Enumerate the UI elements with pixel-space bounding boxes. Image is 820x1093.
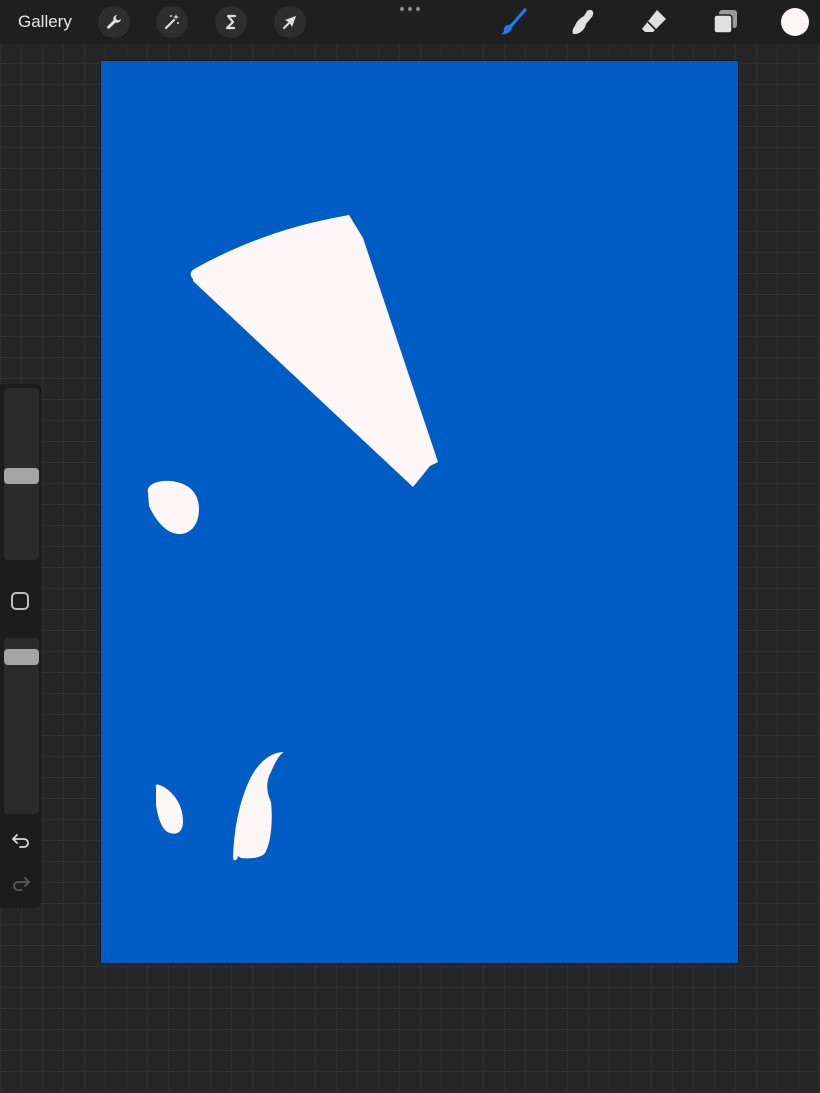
top-toolbar: Gallery [0,0,820,44]
redo-button[interactable] [8,870,34,896]
adjustments-button[interactable] [156,6,188,38]
undo-button[interactable] [8,827,34,853]
smudge-button[interactable] [564,4,600,40]
brush-button[interactable] [495,4,531,40]
ellipsis-icon [400,7,404,11]
undo-icon [12,834,29,848]
layers-button[interactable] [707,4,743,40]
wrench-icon [107,15,121,29]
white-wedge-shape [190,215,438,487]
white-stroke-shape [233,752,284,861]
brush-icon [501,8,527,35]
opacity-slider[interactable] [4,638,39,814]
gallery-button[interactable]: Gallery [18,12,72,32]
opacity-handle[interactable] [4,649,39,665]
transform-button[interactable] [274,6,306,38]
smudge-finger-icon [572,10,594,34]
brush-size-slider[interactable] [4,388,39,560]
redo-icon [13,877,30,891]
selection-s-icon [225,14,237,30]
color-picker-button[interactable] [781,8,809,36]
arrow-cursor-icon [283,16,296,29]
more-options-button[interactable] [398,3,422,15]
eraser-button[interactable] [636,4,672,40]
drawing-canvas[interactable] [100,60,739,964]
magic-wand-icon [164,14,179,30]
white-small-blob-shape [155,784,183,834]
sidebar [0,384,42,908]
eraser-icon [642,10,666,32]
layers-icon [713,10,737,34]
actions-button[interactable] [98,6,130,38]
brush-size-handle[interactable] [4,468,39,484]
selection-button[interactable] [215,6,247,38]
white-blob-shape [147,480,199,535]
canvas-artwork [147,215,438,861]
modify-button[interactable] [11,592,29,610]
